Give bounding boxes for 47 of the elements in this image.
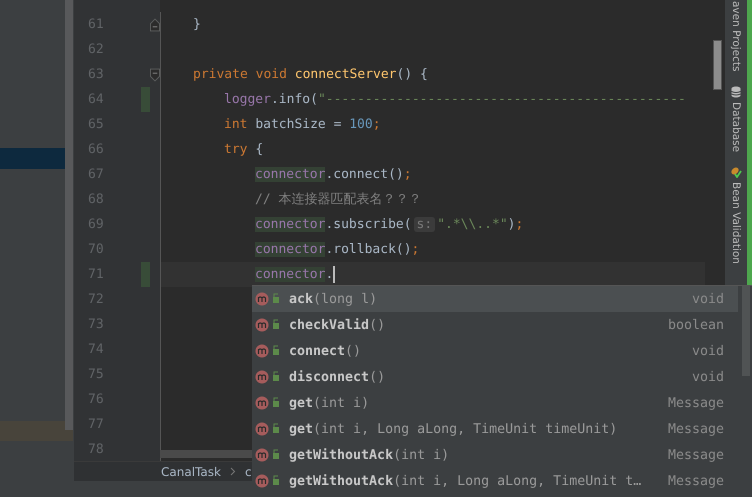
code-line: logger.info("---------------------------------------------- xyxy=(223,91,687,109)
method-signature: get(int i) xyxy=(289,396,370,410)
database-icon xyxy=(731,86,741,98)
code-line: connector.rollback(); xyxy=(254,241,420,259)
method-signature: ack(long l) xyxy=(289,292,378,306)
return-type: Message xyxy=(668,422,724,436)
breadcrumb[interactable]: c xyxy=(244,464,252,478)
completion-item[interactable]: ack(long l) void xyxy=(252,286,738,312)
code-line: connector.connect(); xyxy=(254,166,413,184)
completion-item[interactable]: getWithoutAck(int i) Message xyxy=(252,442,738,468)
return-type: boolean xyxy=(668,318,724,332)
completion-item[interactable]: checkValid() boolean xyxy=(252,312,738,338)
code-line: // 本连接器匹配表名？？？ xyxy=(254,191,422,209)
completion-item[interactable]: get(int i, Long aLong, TimeUnit timeUnit) Message xyxy=(252,416,738,442)
scrollbar-thumb[interactable] xyxy=(713,40,722,90)
code-line: int batchSize = 100; xyxy=(223,116,382,134)
code-line: } xyxy=(192,16,202,34)
return-type: Message xyxy=(668,448,724,462)
popup-scrollbar[interactable] xyxy=(742,286,750,376)
completion-item[interactable]: get(int i) Message xyxy=(252,390,738,416)
method-signature: getWithoutAck(int i) xyxy=(289,448,450,462)
method-signature: getWithoutAck(int i, Long aLong, TimeUnit t… xyxy=(289,474,642,488)
code-line: try { xyxy=(223,141,264,159)
fold-icon[interactable] xyxy=(150,18,160,32)
completion-item[interactable]: disconnect() void xyxy=(252,364,738,390)
return-type: void xyxy=(692,292,724,306)
method-signature: connect() xyxy=(289,344,362,358)
fold-icon[interactable] xyxy=(150,68,160,82)
method-signature: checkValid() xyxy=(289,318,386,332)
scrollbar-thumb[interactable] xyxy=(65,0,73,430)
tool-window-tab[interactable]: aven Projects xyxy=(730,1,742,72)
tree-row-highlight[interactable] xyxy=(0,421,73,441)
method-signature: disconnect() xyxy=(289,370,386,384)
return-type: void xyxy=(692,370,724,384)
code-line: connector.subscribe( s: ".*\\..*"); xyxy=(254,216,524,234)
breadcrumb[interactable]: CanalTask xyxy=(161,464,221,478)
tool-window-tab[interactable]: Bean Validation xyxy=(730,166,742,264)
completion-item[interactable]: getWithoutAck(int i, Long aLong, TimeUnit t… Message xyxy=(252,468,738,494)
bean-check-icon xyxy=(730,166,742,178)
return-type: void xyxy=(692,344,724,358)
tool-window-tab[interactable]: Database xyxy=(730,86,742,152)
code-line: private void connectServer() { xyxy=(192,66,429,84)
method-signature: get(int i, Long aLong, TimeUnit timeUnit) xyxy=(289,422,618,436)
return-type: Message xyxy=(668,396,724,410)
chevron-icon xyxy=(230,467,236,476)
completion-item[interactable]: connect() void xyxy=(252,338,738,364)
return-type: Message xyxy=(668,474,724,488)
